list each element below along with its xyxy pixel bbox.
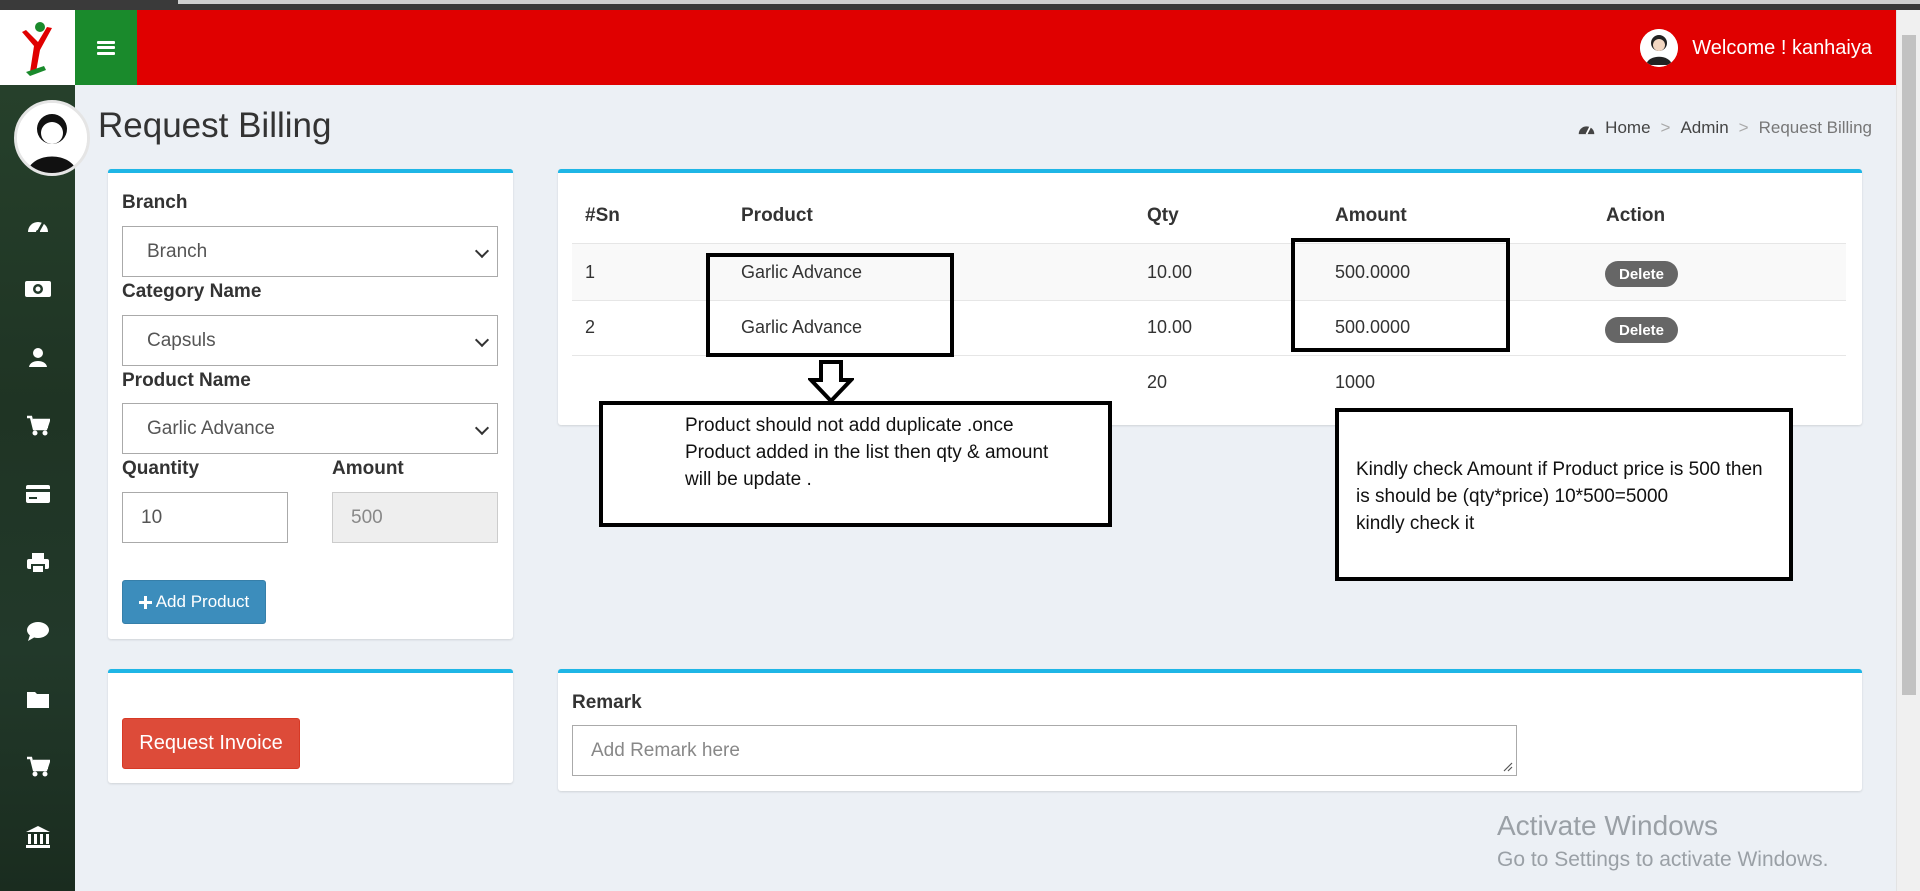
breadcrumb-home[interactable]: Home: [1605, 118, 1650, 138]
breadcrumb-separator: >: [1738, 118, 1749, 137]
total-amount: 1000: [1335, 372, 1376, 392]
cart-icon[interactable]: [22, 751, 54, 783]
remark-textarea[interactable]: Add Remark here: [572, 725, 1517, 776]
activate-windows-title: Activate Windows: [1497, 810, 1718, 841]
product-select[interactable]: Garlic Advance: [122, 403, 498, 454]
browser-top-strip-light: [178, 0, 1920, 4]
remark-placeholder: Add Remark here: [591, 740, 740, 761]
sidebar-avatar-icon: [14, 100, 90, 176]
delete-button[interactable]: Delete: [1605, 261, 1678, 287]
column-header-product: Product: [741, 205, 813, 226]
row-qty: 10.00: [1147, 317, 1193, 337]
category-select[interactable]: Capsuls: [122, 315, 498, 366]
branch-select-value: Branch: [147, 240, 208, 262]
hamburger-icon: [97, 40, 115, 55]
annotation-arrow-icon: [808, 360, 854, 404]
quantity-input[interactable]: 10: [122, 492, 288, 543]
scrollbar-thumb[interactable]: [1902, 35, 1916, 695]
branch-select[interactable]: Branch: [122, 226, 498, 277]
row-sn: 1: [585, 262, 596, 282]
page-title: Request Billing: [98, 106, 332, 145]
folder-icon[interactable]: [22, 683, 54, 715]
product-select-value: Garlic Advance: [147, 417, 275, 439]
amount-input-value: 500: [351, 506, 383, 528]
total-qty: 20: [1147, 372, 1168, 392]
sidebar: [0, 85, 90, 891]
dashboard-icon[interactable]: [22, 210, 54, 242]
user-icon[interactable]: [22, 341, 54, 373]
cart-icon[interactable]: [22, 410, 54, 442]
branch-label: Branch: [122, 192, 188, 213]
chevron-down-icon: [474, 332, 490, 348]
annotation-highlight-product: [706, 253, 954, 357]
plus-icon: [138, 595, 152, 609]
column-header-action: Action: [1606, 205, 1666, 226]
remark-label: Remark: [572, 692, 642, 713]
activate-windows-subtitle: Go to Settings to activate Windows.: [1497, 848, 1829, 871]
annotation-amount-text: Kindly check Amount if Product price is …: [1356, 459, 1763, 534]
delete-button[interactable]: Delete: [1605, 317, 1678, 343]
quantity-label: Quantity: [122, 458, 200, 479]
dashboard-icon: [1578, 125, 1595, 135]
welcome-text: Welcome ! kanhaiya: [1692, 36, 1872, 59]
runner-logo-icon: [22, 22, 52, 76]
add-product-label: Add Product: [155, 592, 250, 611]
bank-icon[interactable]: [22, 821, 54, 853]
browser-top-strip: [0, 0, 1920, 10]
chevron-down-icon: [474, 243, 490, 259]
breadcrumb: Home > Admin > Request Billing: [1578, 118, 1872, 138]
resize-grip-icon[interactable]: [1503, 762, 1513, 772]
chevron-down-icon: [474, 420, 490, 436]
comment-icon[interactable]: [22, 615, 54, 647]
column-header-sn: #Sn: [585, 205, 620, 226]
user-menu[interactable]: Welcome ! kanhaiya: [1640, 28, 1872, 68]
breadcrumb-current: Request Billing: [1758, 118, 1872, 137]
category-select-value: Capsuls: [147, 329, 216, 351]
brand-logo[interactable]: [0, 10, 75, 85]
amount-label: Amount: [332, 458, 404, 479]
breadcrumb-separator: >: [1660, 118, 1671, 137]
add-product-button[interactable]: Add Product: [122, 580, 266, 624]
quantity-input-value: 10: [141, 506, 163, 528]
amount-input[interactable]: 500: [332, 492, 498, 543]
user-avatar-icon: [1640, 29, 1679, 67]
row-qty: 10.00: [1147, 262, 1193, 282]
annotation-duplicate-text: Product should not add duplicate .once P…: [685, 415, 1049, 490]
sidebar-toggle-button[interactable]: [75, 10, 137, 85]
column-header-amount: Amount: [1335, 205, 1407, 226]
category-label: Category Name: [122, 281, 262, 302]
product-label: Product Name: [122, 370, 251, 391]
column-header-qty: Qty: [1147, 205, 1179, 226]
print-icon[interactable]: [22, 547, 54, 579]
annotation-highlight-amount: [1291, 238, 1510, 352]
top-navbar: Welcome ! kanhaiya: [137, 10, 1896, 85]
request-invoice-button[interactable]: Request Invoice: [122, 718, 300, 769]
breadcrumb-admin[interactable]: Admin: [1680, 118, 1728, 138]
money-icon[interactable]: [22, 273, 54, 305]
credit-card-icon[interactable]: [22, 478, 54, 510]
row-sn: 2: [585, 317, 596, 337]
page-scrollbar[interactable]: [1896, 10, 1920, 891]
